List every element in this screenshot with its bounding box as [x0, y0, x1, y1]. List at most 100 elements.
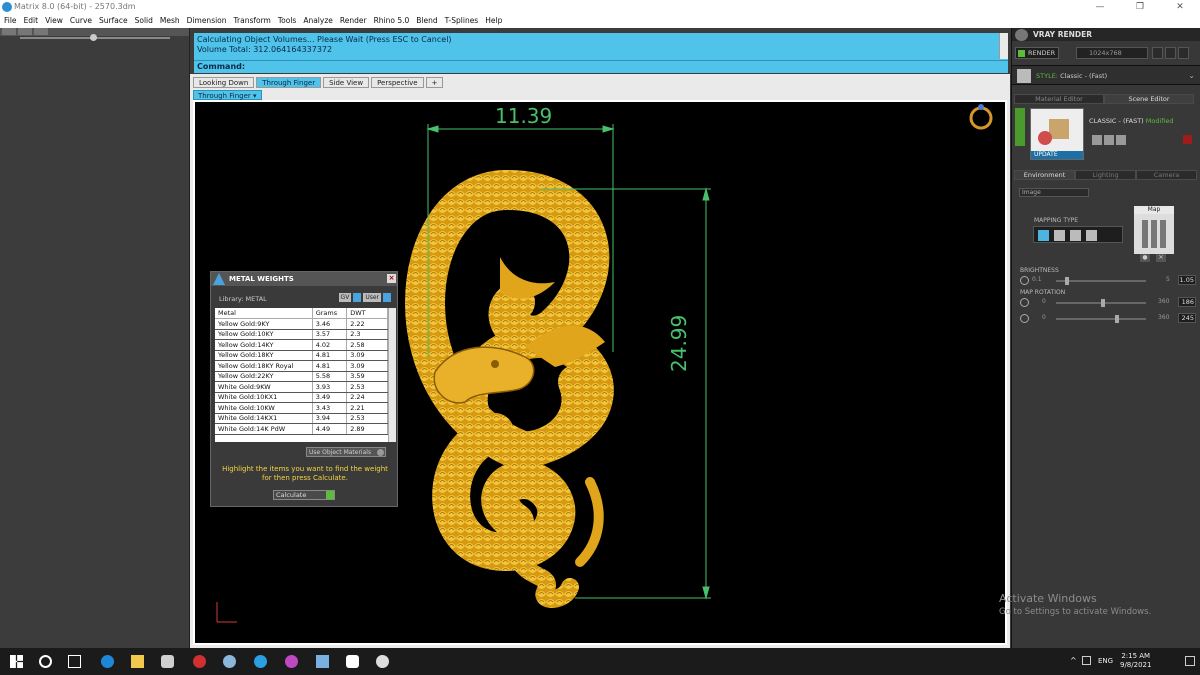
- map-preview[interactable]: [1134, 214, 1174, 254]
- table-row[interactable]: White Gold:14K PdW 4.49 2.89: [215, 423, 388, 435]
- left-panel-slider-knob[interactable]: [90, 34, 97, 41]
- ring-icon[interactable]: [969, 104, 993, 130]
- active-viewport-label[interactable]: Through Finger ▾: [193, 90, 262, 100]
- start-icon[interactable]: [10, 655, 23, 668]
- language-indicator[interactable]: ENG: [1098, 657, 1113, 665]
- table-row[interactable]: White Gold:10KW 3.43 2.21: [215, 402, 388, 414]
- task-view-icon[interactable]: [68, 655, 81, 668]
- table-row[interactable]: White Gold:10KX1 3.49 2.24: [215, 392, 388, 403]
- menu-file[interactable]: File: [4, 14, 17, 28]
- rotation-v-knob[interactable]: [1115, 315, 1120, 323]
- metal-weights-header[interactable]: METAL WEIGHTS ×: [211, 272, 397, 286]
- tab-lighting[interactable]: Lighting: [1075, 170, 1136, 180]
- render-button[interactable]: RENDER: [1015, 47, 1059, 59]
- table-row[interactable]: Yellow Gold:14KY 4.02 2.58: [215, 339, 388, 351]
- minimize-button[interactable]: —: [1080, 0, 1120, 14]
- tab-looking-down[interactable]: Looking Down: [193, 77, 255, 88]
- brightness-knob[interactable]: [1064, 277, 1069, 285]
- reset-button[interactable]: [1183, 135, 1192, 144]
- menu-help[interactable]: Help: [485, 14, 502, 28]
- menu-surface[interactable]: Surface: [99, 14, 128, 28]
- menu-edit[interactable]: Edit: [24, 14, 39, 28]
- gv-toggle[interactable]: [353, 293, 362, 302]
- rotation-v-value[interactable]: 245: [1178, 313, 1196, 323]
- network-icon[interactable]: [1082, 656, 1091, 665]
- maximize-button[interactable]: ❐: [1120, 0, 1160, 14]
- brightness-track[interactable]: [1056, 280, 1146, 282]
- save-icon[interactable]: [1092, 135, 1102, 145]
- style-selector[interactable]: STYLE: Classic - (Fast) ⌄: [1012, 65, 1200, 85]
- zoom-icon[interactable]: [346, 655, 359, 668]
- scene-green-tab[interactable]: [1015, 108, 1025, 146]
- table-row[interactable]: White Gold:14KX1 3.94 2.53: [215, 413, 388, 424]
- menu-render[interactable]: Render: [340, 14, 367, 28]
- menu-mesh[interactable]: Mesh: [160, 14, 180, 28]
- app-icon-4[interactable]: [316, 655, 329, 668]
- gv-button[interactable]: GV: [338, 293, 352, 302]
- scene-thumbnail[interactable]: UPDATE: [1030, 108, 1084, 160]
- map-remove-icon[interactable]: ✕: [1156, 254, 1166, 262]
- col-grams[interactable]: Grams: [312, 308, 348, 319]
- open-icon[interactable]: [1104, 135, 1114, 145]
- tab-camera[interactable]: Camera: [1136, 170, 1197, 180]
- table-row[interactable]: Yellow Gold:18KY Royal 4.81 3.09: [215, 360, 388, 372]
- tab-scene-editor[interactable]: Scene Editor: [1104, 94, 1194, 104]
- add-tab-button[interactable]: +: [425, 77, 444, 88]
- app-icon-3[interactable]: [254, 655, 267, 668]
- rotation-h-value[interactable]: 186: [1178, 297, 1196, 307]
- menu-tools[interactable]: Tools: [278, 14, 296, 28]
- menu-transform[interactable]: Transform: [234, 14, 271, 28]
- tab-side-view[interactable]: Side View: [323, 77, 370, 88]
- rotation-v-track[interactable]: [1056, 318, 1146, 320]
- menu-curve[interactable]: Curve: [70, 14, 92, 28]
- table-row[interactable]: Yellow Gold:22KY 5.58 3.59: [215, 371, 388, 382]
- app-icon-2[interactable]: [193, 655, 206, 668]
- menu-blend[interactable]: Blend: [416, 14, 437, 28]
- rewind-icon[interactable]: [1152, 47, 1163, 59]
- image-select[interactable]: Image: [1019, 188, 1089, 197]
- tab-through-finger[interactable]: Through Finger: [256, 77, 322, 88]
- use-object-materials-toggle[interactable]: Use Object Materials: [306, 447, 386, 457]
- notification-icon[interactable]: [1185, 656, 1195, 666]
- menu-view[interactable]: View: [45, 14, 63, 28]
- resolution-select[interactable]: 1024x768: [1076, 47, 1148, 59]
- calculate-button[interactable]: Calculate: [273, 490, 335, 500]
- menu-rhino[interactable]: Rhino 5.0: [374, 14, 410, 28]
- search-icon[interactable]: [39, 655, 52, 668]
- app-icon-5[interactable]: [376, 655, 389, 668]
- col-metal[interactable]: Metal: [215, 308, 313, 319]
- tab-perspective[interactable]: Perspective: [371, 77, 424, 88]
- close-icon[interactable]: ×: [387, 274, 396, 283]
- tab-material-editor[interactable]: Material Editor: [1014, 94, 1104, 104]
- sphere-map-icon[interactable]: [1070, 230, 1081, 241]
- box-map-icon[interactable]: [1054, 230, 1065, 241]
- forward-icon[interactable]: [1165, 47, 1176, 59]
- copy-icon[interactable]: [1178, 47, 1189, 59]
- brightness-value[interactable]: 1.05: [1178, 275, 1196, 285]
- planar-map-icon[interactable]: [1038, 230, 1049, 241]
- settings-icon[interactable]: [1116, 135, 1126, 145]
- tab-environment[interactable]: Environment: [1014, 170, 1075, 180]
- table-row[interactable]: White Gold:9KW 3.93 2.53: [215, 381, 388, 393]
- app-icon-1[interactable]: [161, 655, 174, 668]
- user-toggle[interactable]: [383, 293, 391, 302]
- table-row[interactable]: Yellow Gold:10KY 3.57 2.3: [215, 329, 388, 340]
- table-scrollbar[interactable]: [388, 308, 396, 442]
- slack-icon[interactable]: [285, 655, 298, 668]
- chrome-icon[interactable]: [223, 655, 236, 668]
- update-button[interactable]: UPDATE: [1031, 151, 1083, 159]
- clock[interactable]: 2:15 AM 9/8/2021: [1120, 652, 1151, 670]
- menu-dimension[interactable]: Dimension: [187, 14, 227, 28]
- menu-analyze[interactable]: Analyze: [303, 14, 333, 28]
- table-row[interactable]: Yellow Gold:9KY 3.46 2.22: [215, 318, 388, 330]
- col-dwt[interactable]: DWT: [346, 308, 388, 319]
- command-prompt[interactable]: Command:: [194, 60, 1008, 73]
- rotation-h-knob[interactable]: [1100, 299, 1105, 307]
- close-button[interactable]: ✕: [1160, 0, 1200, 14]
- chevron-up-icon[interactable]: ^: [1070, 656, 1077, 665]
- table-row[interactable]: Yellow Gold:18KY 4.81 3.09: [215, 350, 388, 361]
- map-settings-icon[interactable]: ●: [1140, 254, 1150, 262]
- user-button[interactable]: User: [363, 293, 381, 302]
- menu-tsplines[interactable]: T-Splines: [445, 14, 479, 28]
- dome-map-icon[interactable]: [1086, 230, 1097, 241]
